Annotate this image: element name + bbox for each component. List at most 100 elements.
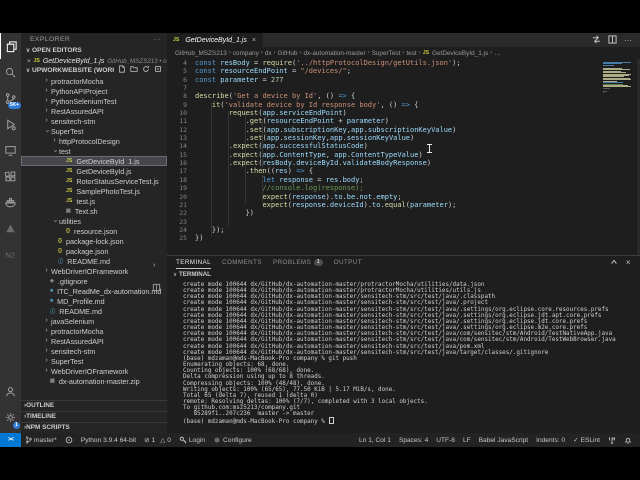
code-line[interactable]: 18 let response = res.body; <box>167 176 640 184</box>
code-line[interactable]: 12 .set(app.subscriptionKey,app.subscrip… <box>167 126 640 134</box>
workspace-section-header[interactable]: ∨ UPWORKWEBSITE (WORKSPA… <box>21 65 167 77</box>
split-terminal-icon[interactable] <box>152 279 161 297</box>
tree-file-resource.json[interactable]: {} resource.json <box>21 226 167 236</box>
code-line[interactable]: 24 }); <box>167 226 640 234</box>
tree-folder-WebDriverIOFramework[interactable]: › WebDriverIOFramework <box>21 266 167 276</box>
breadcrumb-item[interactable]: … <box>494 50 500 57</box>
twisty-icon[interactable]: › <box>43 86 50 96</box>
terminal-output[interactable]: create mode 100644 dx/GitHub/dx-automati… <box>167 280 640 426</box>
breadcrumb-item[interactable]: dx <box>265 50 272 57</box>
tree-file-GetDeviceById_1.js[interactable]: JS GetDeviceById_1.js <box>21 156 167 166</box>
open-editors-section-header[interactable]: ∨ OPEN EDITORS <box>21 46 167 56</box>
chevron-right-icon[interactable]: › <box>153 262 155 269</box>
code-line[interactable]: 8 describe('Get a device by Id', () => { <box>167 92 640 100</box>
tree-folder-WebDriverIOFramework[interactable]: › WebDriverIOFramework <box>21 366 167 376</box>
remote-indicator[interactable]: >< <box>0 433 21 447</box>
breadcrumb-item[interactable]: test <box>406 50 416 57</box>
code-line[interactable]: 20 expect(response).to.be.not.empty; <box>167 193 640 201</box>
twisty-icon[interactable]: › <box>43 106 50 116</box>
tab-terminal[interactable]: TERMINAL <box>176 256 211 269</box>
indentation-status[interactable]: Spaces: 4 <box>395 437 432 444</box>
extensions-icon[interactable] <box>0 163 21 189</box>
breadcrumb-item[interactable]: SuperTest <box>372 50 401 57</box>
close-panel-icon[interactable]: × <box>626 258 631 267</box>
twisty-icon[interactable]: › <box>51 136 58 146</box>
tree-folder-RestAssuredAPI[interactable]: › RestAssuredAPI <box>21 106 167 116</box>
tree-folder-protractorMocha[interactable]: › protractorMocha <box>21 76 167 86</box>
tree-folder-protractorMocha[interactable]: › protractorMocha <box>21 326 167 336</box>
notifications-status[interactable] <box>620 436 636 444</box>
feedback-status[interactable] <box>604 436 620 444</box>
tree-folder-RestAssuredAPI[interactable]: › RestAssuredAPI <box>21 336 167 346</box>
twisty-icon[interactable]: › <box>43 116 50 126</box>
language-mode-status[interactable]: Babel JavaScript <box>475 437 532 444</box>
code-line[interactable]: 9 it('validate device by Id response bod… <box>167 101 640 109</box>
code-editor[interactable]: 4 const resBody = require('../httpProtoco… <box>167 59 640 255</box>
code-line[interactable]: 21 expect(response.deviceId).to.equal(pa… <box>167 201 640 209</box>
source-control-icon[interactable]: 5K+ <box>0 85 21 111</box>
twisty-icon[interactable]: › <box>43 96 50 106</box>
git-branch-status[interactable]: master* <box>21 436 61 444</box>
new-file-icon[interactable] <box>118 65 126 77</box>
tab-comments[interactable]: COMMENTS <box>222 256 262 269</box>
sync-status[interactable] <box>61 436 77 444</box>
tree-file-package.json[interactable]: {} package.json <box>21 246 167 256</box>
tree-file-.gitignore[interactable]: ◆ .gitignore <box>21 276 167 286</box>
indents-status[interactable]: Indents: 0 <box>532 437 569 444</box>
tree-file-test.js[interactable]: JS test.js <box>21 196 167 206</box>
cursor-position-status[interactable]: Ln 1, Col 1 <box>355 437 395 444</box>
breadcrumb-item[interactable]: GetDeviceById_1.js <box>432 50 488 57</box>
breadcrumb-item[interactable]: dx-automation-master <box>303 50 365 57</box>
tab-getdevicebyid[interactable]: JS GetDeviceById_1.js × <box>167 33 263 47</box>
python-version-status[interactable]: Python 3.9.4 64-bit <box>77 437 140 444</box>
tree-file-MD_Profile.md[interactable]: ■ MD_Profile.md <box>21 296 167 306</box>
tree-file-README.md[interactable]: ⓘ README.md <box>21 256 167 266</box>
eslint-status[interactable]: ✓ ESLint <box>569 436 604 445</box>
twisty-icon[interactable]: › <box>43 346 50 356</box>
twisty-icon[interactable]: › <box>42 128 52 135</box>
tab-problems[interactable]: PROBLEMS 1 <box>273 256 323 269</box>
tree-folder-sensitech-stm[interactable]: › sensitech-stm <box>21 116 167 126</box>
twisty-icon[interactable]: › <box>43 356 50 366</box>
new-folder-icon[interactable] <box>130 65 138 77</box>
eol-status[interactable]: LF <box>459 437 475 444</box>
code-line[interactable]: 6 const parameter = 277 <box>167 76 640 84</box>
code-line[interactable]: 25}) <box>167 234 640 242</box>
twisty-icon[interactable]: › <box>43 266 50 276</box>
remote-explorer-icon[interactable] <box>0 137 21 163</box>
explorer-icon[interactable] <box>0 33 22 59</box>
run-debug-icon[interactable] <box>0 111 21 137</box>
close-tab-icon[interactable]: × <box>252 37 256 44</box>
twisty-icon[interactable]: › <box>43 316 50 326</box>
accounts-icon[interactable] <box>0 378 21 404</box>
code-line[interactable]: 22 }) <box>167 209 640 217</box>
code-line[interactable]: 23 <box>167 218 640 226</box>
tree-folder-PythonAPIProject[interactable]: › PythonAPIProject <box>21 86 167 96</box>
breadcrumb-item[interactable]: company <box>233 50 259 57</box>
minimap[interactable] <box>603 62 631 94</box>
tree-file-ITC_ReadMe_dx-automation.md[interactable]: ■ ITC_ReadMe_dx-automation.md <box>21 286 167 296</box>
tree-folder-SuperTest[interactable]: › SuperTest <box>21 126 167 136</box>
configure-status[interactable]: Configure <box>209 436 256 444</box>
tree-folder-PythonSeleniumTest[interactable]: › PythonSeleniumTest <box>21 96 167 106</box>
tree-folder-utilities[interactable]: › utilities <box>21 216 167 226</box>
maximize-panel-icon[interactable] <box>610 258 618 268</box>
tree-file-Text.sh[interactable]: ▤ Text.sh <box>21 206 167 216</box>
code-line[interactable]: 14 .expect(app.successfulStatusCode) <box>167 142 640 150</box>
twisty-icon[interactable]: › <box>43 336 50 346</box>
breadcrumb-item[interactable]: GitHub <box>278 50 298 57</box>
twisty-icon[interactable]: › <box>50 218 60 225</box>
code-line[interactable]: 10 request(app.serviceEndPoint) <box>167 109 640 117</box>
docker-icon[interactable] <box>0 189 21 215</box>
terminal-section-header[interactable]: ∨ TERMINAL <box>167 269 640 280</box>
breadcrumb-item[interactable]: GitHub_MSZS213 <box>175 50 227 57</box>
tree-file-RotorStatusServiceTest.js[interactable]: JS RotorStatusServiceTest.js <box>21 176 167 186</box>
tree-folder-httpProtocolDesign[interactable]: › httpProtocolDesign <box>21 136 167 146</box>
outline-section-header[interactable]: › OUTLINE <box>21 400 167 411</box>
code-line[interactable]: 17 .then((res) => { <box>167 167 640 175</box>
explorer-more-actions-icon[interactable]: ··· <box>153 33 161 46</box>
twisty-icon[interactable]: › <box>50 148 60 155</box>
tree-file-SamplePhotoTest.js[interactable]: JS SamplePhotoTest.js <box>21 186 167 196</box>
twisty-icon[interactable]: › <box>43 326 50 336</box>
npm-scripts-section-header[interactable]: › NPM SCRIPTS <box>21 422 167 433</box>
